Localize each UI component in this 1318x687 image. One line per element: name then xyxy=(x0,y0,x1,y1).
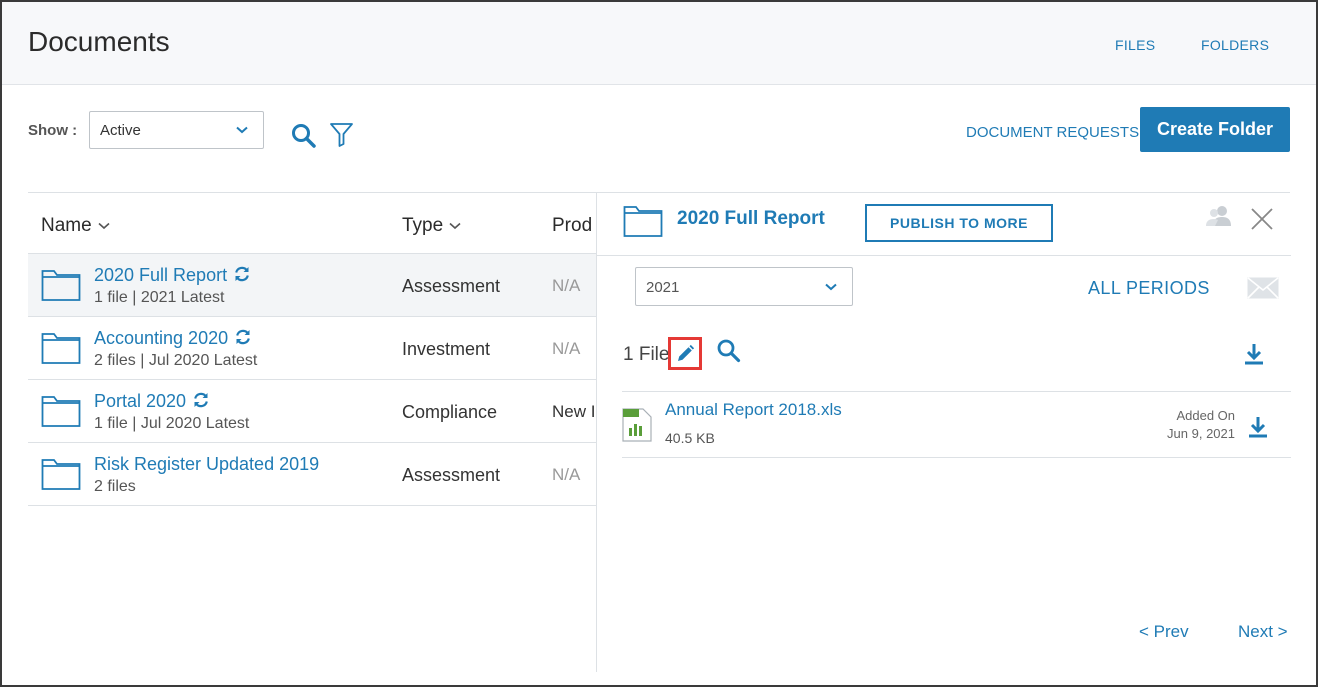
file-name-link[interactable]: Annual Report 2018.xls xyxy=(665,400,842,420)
folder-meta: 2 files | Jul 2020 Latest xyxy=(94,352,258,369)
column-header-type[interactable]: Type xyxy=(402,215,461,237)
chevron-down-icon xyxy=(825,283,837,291)
sync-icon xyxy=(235,266,249,282)
folder-name-link[interactable]: Accounting 2020 xyxy=(94,328,252,349)
search-icon[interactable] xyxy=(716,338,742,364)
folder-type: Assessment xyxy=(402,465,501,485)
period-select-value: 2021 xyxy=(646,279,680,296)
folder-icon xyxy=(623,206,663,237)
next-page-link[interactable]: Next > xyxy=(1238,622,1288,642)
file-row[interactable]: Annual Report 2018.xls 40.5 KB Added On … xyxy=(622,391,1291,458)
edit-button[interactable] xyxy=(668,337,702,370)
page-title: Documents xyxy=(28,26,170,57)
table-row[interactable]: 2020 Full Report 1 file | 2021 Latest As… xyxy=(28,254,596,317)
added-on-label: Added On xyxy=(1176,408,1235,423)
folder-prod: New I xyxy=(552,402,596,421)
period-select[interactable]: 2021 xyxy=(635,267,853,306)
file-size: 40.5 KB xyxy=(665,430,715,446)
folder-prod: N/A xyxy=(552,465,581,484)
added-on-date: Jun 9, 2021 xyxy=(1167,426,1235,441)
folder-type: Investment xyxy=(402,339,491,359)
chevron-down-icon xyxy=(236,126,248,134)
folder-name: Risk Register Updated 2019 xyxy=(94,454,320,474)
folder-meta: 1 file | Jul 2020 Latest xyxy=(94,415,250,432)
folder-name: Portal 2020 xyxy=(94,391,187,411)
folder-icon xyxy=(41,270,81,301)
table-header: Name Type Prod xyxy=(28,192,596,254)
document-requests-link[interactable]: DOCUMENT REQUESTS xyxy=(966,124,1139,141)
show-label: Show : xyxy=(28,122,78,139)
sync-icon xyxy=(194,392,208,408)
folder-prod: N/A xyxy=(552,276,581,295)
folder-meta: 2 files xyxy=(94,478,136,495)
panel-header: 2020 Full Report PUBLISH TO MORE xyxy=(597,193,1291,256)
folder-icon xyxy=(41,396,81,427)
column-header-prod-label: Prod xyxy=(552,215,593,236)
folder-type: Assessment xyxy=(402,276,501,296)
chevron-down-icon xyxy=(98,222,110,230)
search-icon[interactable] xyxy=(290,122,318,150)
tab-folders[interactable]: FOLDERS xyxy=(1201,37,1269,53)
folder-detail-panel: 2020 Full Report PUBLISH TO MORE 2021 AL… xyxy=(596,192,1291,672)
excel-file-icon xyxy=(622,408,652,442)
download-icon[interactable] xyxy=(1247,416,1269,440)
table-row[interactable]: Accounting 2020 2 files | Jul 2020 Lates… xyxy=(28,317,596,380)
prev-page-link[interactable]: < Prev xyxy=(1139,622,1189,642)
folder-name-link[interactable]: Risk Register Updated 2019 xyxy=(94,454,319,475)
tab-files[interactable]: FILES xyxy=(1115,37,1155,53)
folder-name: Accounting 2020 xyxy=(94,328,229,348)
folder-meta: 1 file | 2021 Latest xyxy=(94,289,225,306)
filter-icon[interactable] xyxy=(329,121,354,148)
column-header-type-label: Type xyxy=(402,215,444,236)
folder-type: Compliance xyxy=(402,402,498,422)
folder-icon xyxy=(41,459,81,490)
folder-name-link[interactable]: 2020 Full Report xyxy=(94,265,251,286)
chevron-down-icon xyxy=(449,222,461,230)
share-users-icon[interactable] xyxy=(1205,205,1233,227)
file-count: 1 File xyxy=(623,344,670,365)
table-row[interactable]: Risk Register Updated 2019 2 files Asses… xyxy=(28,443,596,506)
column-header-name[interactable]: Name xyxy=(41,215,110,237)
column-header-name-label: Name xyxy=(41,215,92,236)
status-select-value: Active xyxy=(100,122,141,139)
panel-title: 2020 Full Report xyxy=(677,208,825,229)
sync-icon xyxy=(236,329,250,345)
create-folder-button[interactable]: Create Folder xyxy=(1140,107,1290,152)
status-select[interactable]: Active xyxy=(89,111,264,149)
pencil-icon xyxy=(678,344,695,361)
close-icon[interactable] xyxy=(1250,207,1274,231)
folder-name: 2020 Full Report xyxy=(94,265,228,285)
page-header: Documents FILES FOLDERS xyxy=(2,2,1316,85)
email-icon[interactable] xyxy=(1247,277,1279,299)
column-header-prod[interactable]: Prod xyxy=(552,215,592,237)
download-all-icon[interactable] xyxy=(1243,343,1265,367)
folder-name-link[interactable]: Portal 2020 xyxy=(94,391,210,412)
folder-prod: N/A xyxy=(552,339,581,358)
all-periods-link[interactable]: ALL PERIODS xyxy=(1088,278,1210,299)
table-row[interactable]: Portal 2020 1 file | Jul 2020 Latest Com… xyxy=(28,380,596,443)
folder-icon xyxy=(41,333,81,364)
publish-to-more-button[interactable]: PUBLISH TO MORE xyxy=(865,204,1053,242)
